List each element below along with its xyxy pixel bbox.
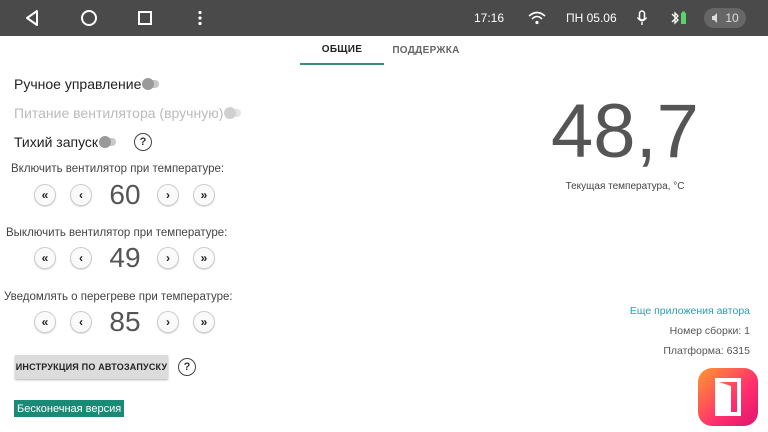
- fan-off-fast-down-button[interactable]: «: [34, 247, 56, 269]
- overheat-up-button[interactable]: ›: [157, 311, 179, 333]
- fan-off-down-button[interactable]: ‹: [70, 247, 92, 269]
- temperature-caption: Текущая температура, °C: [565, 181, 685, 192]
- platform-label: Платформа: 6315: [663, 345, 750, 357]
- current-temperature: 48,7: [551, 89, 699, 174]
- fan-power-toggle: Питание вентилятора (вручную): [14, 105, 242, 121]
- mic-icon[interactable]: [630, 6, 654, 30]
- clock: 17:16: [474, 11, 505, 25]
- date-label: ПН 05.06: [566, 11, 617, 25]
- overheat-fast-up-button[interactable]: »: [193, 311, 215, 333]
- version-badge: Бесконечная версия: [14, 400, 125, 417]
- wifi-icon: [525, 6, 549, 30]
- more-icon[interactable]: [188, 6, 212, 30]
- app-door-icon[interactable]: [698, 368, 758, 426]
- quiet-start-help-icon[interactable]: ?: [134, 133, 152, 151]
- fan-on-value: 60: [109, 179, 141, 210]
- home-icon[interactable]: [77, 6, 101, 30]
- fan-on-up-button[interactable]: ›: [157, 184, 179, 206]
- fan-power-switch: [224, 107, 242, 119]
- fan-off-fast-up-button[interactable]: »: [193, 247, 215, 269]
- autostart-help-icon[interactable]: ?: [178, 358, 196, 376]
- fan-on-down-button[interactable]: ‹: [70, 184, 92, 206]
- autostart-instruction-button[interactable]: ИНСТРУКЦИЯ ПО АВТОЗАПУСКУ: [15, 355, 168, 379]
- fan-on-fast-up-button[interactable]: »: [193, 184, 215, 206]
- fan-on-fast-down-button[interactable]: «: [34, 184, 56, 206]
- volume-indicator[interactable]: 10: [704, 8, 746, 28]
- recents-icon[interactable]: [133, 6, 157, 30]
- overheat-label: Уведомлять о перегреве при температуре:: [4, 291, 233, 303]
- overheat-fast-down-button[interactable]: «: [34, 311, 56, 333]
- fan-off-label: Выключить вентилятор при температуре:: [6, 227, 228, 239]
- bluetooth-battery-icon: [667, 6, 691, 30]
- back-icon[interactable]: [20, 6, 44, 30]
- manual-control-toggle[interactable]: Ручное управление: [14, 76, 160, 92]
- fan-power-label: Питание вентилятора (вручную): [14, 105, 224, 121]
- status-bar: 17:16 ПН 05.06 10: [0, 0, 768, 36]
- tab-support[interactable]: ПОДДЕРЖКА: [384, 36, 468, 65]
- manual-control-label: Ручное управление: [14, 76, 142, 92]
- quiet-start-switch[interactable]: [99, 136, 117, 148]
- volume-icon: [712, 13, 718, 23]
- overheat-down-button[interactable]: ‹: [70, 311, 92, 333]
- build-number: Номер сборки: 1: [669, 325, 750, 337]
- tab-general[interactable]: ОБЩИЕ: [300, 36, 384, 65]
- quiet-start-toggle[interactable]: Тихий запуск: [14, 134, 117, 150]
- manual-control-switch[interactable]: [142, 78, 160, 90]
- overheat-value: 85: [109, 306, 141, 337]
- more-apps-link[interactable]: Еще приложения автора: [630, 305, 750, 317]
- quiet-start-label: Тихий запуск: [14, 134, 99, 150]
- volume-value: 10: [725, 11, 739, 25]
- fan-off-value: 49: [109, 242, 141, 273]
- fan-on-label: Включить вентилятор при температуре:: [11, 163, 225, 175]
- fan-off-up-button[interactable]: ›: [157, 247, 179, 269]
